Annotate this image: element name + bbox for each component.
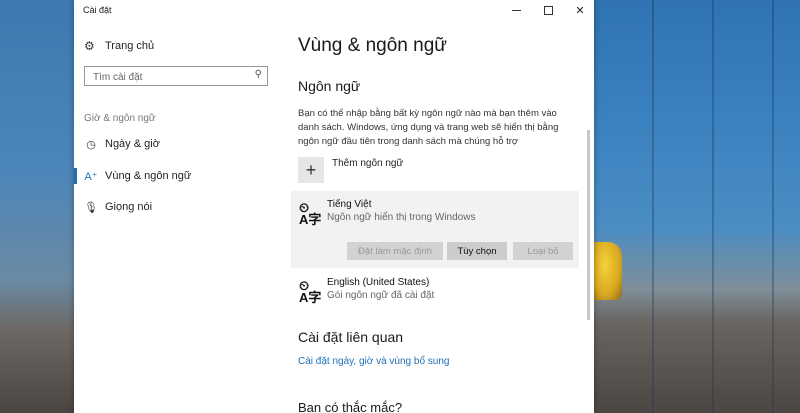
language-subtitle: Ngôn ngữ hiển thị trong Windows bbox=[327, 212, 476, 223]
desktop-wallpaper-left bbox=[0, 0, 74, 413]
search-input[interactable] bbox=[91, 68, 245, 87]
plus-icon: + bbox=[298, 157, 324, 183]
search-icon[interactable]: ⚲ bbox=[255, 69, 262, 80]
close-button[interactable]: ✕ bbox=[566, 0, 594, 20]
window-title: Cài đặt bbox=[83, 5, 112, 15]
page-title: Vùng & ngôn ngữ bbox=[298, 35, 448, 56]
nav-home-label: Trang chủ bbox=[105, 40, 155, 52]
minimize-button[interactable] bbox=[502, 0, 530, 20]
gear-icon: ⚙ bbox=[84, 39, 95, 53]
sidebar-item-label: Ngày & giờ bbox=[105, 138, 160, 150]
add-language-button[interactable]: + Thêm ngôn ngữ bbox=[298, 157, 403, 183]
wallpaper-yellow-object bbox=[594, 242, 622, 300]
language-item-english[interactable]: ⏲ A字 English (United States) Gói ngôn ngữ… bbox=[291, 274, 579, 310]
calendar-clock-icon: ◷ bbox=[86, 138, 96, 151]
maximize-button[interactable] bbox=[534, 0, 562, 20]
sidebar-item-label: Giọng nói bbox=[105, 201, 153, 213]
language-icon: ⏲ A字 bbox=[299, 200, 322, 227]
language-name: Tiếng Việt bbox=[327, 199, 372, 210]
remove-button[interactable]: Loại bỏ bbox=[513, 242, 573, 260]
search-field[interactable]: ⚲ bbox=[84, 66, 268, 87]
sidebar-item-date-time[interactable]: ◷ Ngày & giờ bbox=[74, 133, 284, 155]
nav-home[interactable]: ⚙ Trang chủ bbox=[84, 39, 154, 53]
languages-description: Bạn có thể nhập bằng bất kỳ ngôn ngữ nào… bbox=[298, 108, 559, 147]
minimize-icon bbox=[511, 9, 521, 11]
scrollbar[interactable] bbox=[587, 130, 590, 320]
language-subtitle: Gói ngôn ngữ đã cài đặt bbox=[327, 290, 435, 301]
desktop-wallpaper-right bbox=[594, 0, 800, 413]
options-button[interactable]: Tùy chọn bbox=[447, 242, 507, 260]
questions-heading: Bạn có thắc mắc? bbox=[298, 400, 403, 413]
section-label: Giờ & ngôn ngữ bbox=[84, 113, 156, 124]
related-settings-heading: Cài đặt liên quan bbox=[298, 329, 404, 345]
active-indicator bbox=[74, 136, 77, 152]
close-icon: ✕ bbox=[575, 4, 585, 17]
languages-heading: Ngôn ngữ bbox=[298, 78, 361, 94]
active-indicator bbox=[74, 168, 77, 184]
language-item-vietnamese[interactable]: ⏲ A字 Tiếng Việt Ngôn ngữ hiển thị trong W… bbox=[291, 191, 579, 268]
active-indicator bbox=[74, 199, 77, 215]
microphone-icon: 🎙︎ bbox=[84, 201, 98, 214]
settings-window: Cài đặt ✕ ⚙ Trang chủ ⚲ Giờ & ngôn ngữ ◷… bbox=[74, 0, 594, 413]
set-default-button[interactable]: Đặt làm mặc định bbox=[347, 242, 443, 260]
region-language-icon: A⁺ bbox=[84, 170, 98, 183]
add-language-label: Thêm ngôn ngữ bbox=[332, 158, 404, 169]
sidebar-item-speech[interactable]: 🎙︎ Giọng nói bbox=[74, 196, 284, 218]
maximize-icon bbox=[543, 5, 553, 15]
sidebar: ⚙ Trang chủ ⚲ Giờ & ngôn ngữ ◷ Ngày & gi… bbox=[74, 20, 284, 413]
related-settings-link[interactable]: Cài đặt ngày, giờ và vùng bổ sung bbox=[298, 356, 449, 367]
sidebar-item-label: Vùng & ngôn ngữ bbox=[105, 170, 192, 182]
sidebar-item-region-language[interactable]: A⁺ Vùng & ngôn ngữ bbox=[74, 165, 284, 187]
language-icon: ⏲ A字 bbox=[299, 278, 322, 305]
title-bar[interactable]: Cài đặt ✕ bbox=[74, 0, 594, 20]
main-content: Vùng & ngôn ngữ Ngôn ngữ Bạn có thể nhập… bbox=[284, 20, 594, 413]
language-name: English (United States) bbox=[327, 277, 430, 288]
